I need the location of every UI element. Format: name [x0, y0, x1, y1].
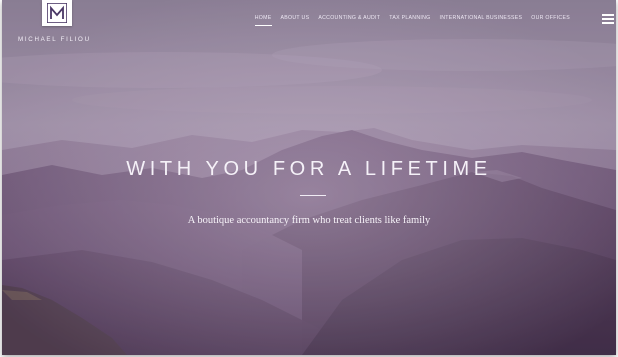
hamburger-menu-icon[interactable]	[602, 14, 614, 24]
hero-divider	[300, 195, 326, 196]
site-logo[interactable]: MICHAEL FILIOU	[18, 0, 100, 46]
hero-headline: WITH YOU FOR A LIFETIME	[126, 158, 492, 180]
nav-item-home[interactable]: HOME	[254, 15, 272, 26]
nav-item-about-us[interactable]: ABOUT US	[281, 15, 310, 26]
nav-item-accounting-audit[interactable]: ACCOUNTING & AUDIT	[318, 15, 380, 26]
nav-item-our-offices[interactable]: OUR OFFICES	[531, 15, 570, 26]
nav-item-international-businesses[interactable]: INTERNATIONAL BUSINESSES	[440, 15, 523, 26]
logo-mark	[42, 0, 72, 26]
brand-name: MICHAEL FILIOU	[18, 36, 91, 43]
logo-m-icon	[47, 3, 67, 23]
main-navigation: HOME ABOUT US ACCOUNTING & AUDIT TAX PLA…	[254, 15, 570, 26]
nav-item-tax-planning[interactable]: TAX PLANNING	[389, 15, 430, 26]
page-frame: MICHAEL FILIOU HOME ABOUT US ACCOUNTING …	[2, 0, 616, 355]
hero-subtitle: A boutique accountancy firm who treat cl…	[187, 215, 431, 226]
